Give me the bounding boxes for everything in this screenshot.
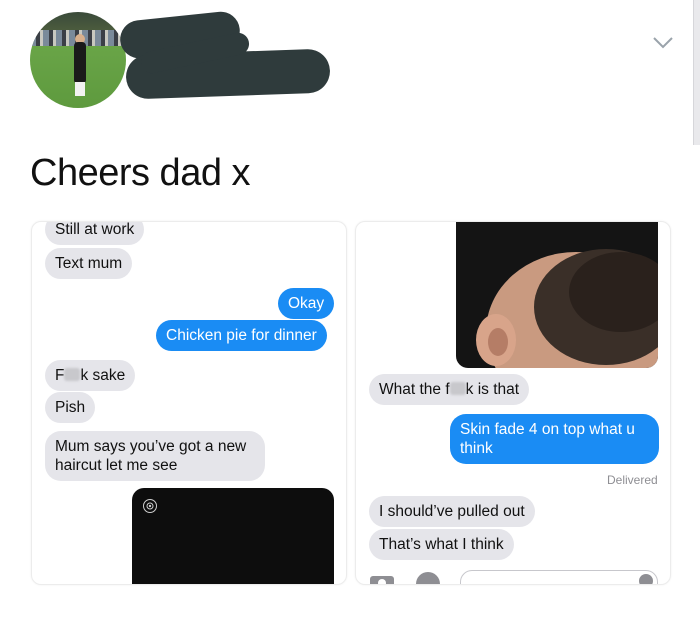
censor-blur	[449, 382, 466, 395]
live-photo-icon	[143, 499, 157, 513]
message-text: What the f	[379, 381, 450, 398]
message-bubble-them: That’s what I think	[369, 529, 514, 560]
censor-blur	[64, 368, 81, 381]
message-bubble-them: I should’ve pulled out	[369, 496, 535, 527]
message-bubble-them: Still at work	[45, 222, 145, 245]
message-text: k is that	[465, 381, 520, 398]
haircut-photo[interactable]	[456, 222, 658, 368]
send-icon[interactable]	[639, 574, 653, 584]
message-bubble-me: Skin fade 4 on top what u think	[450, 414, 659, 464]
message-bubble-them: Mum says you’ve got a new haircut let me…	[45, 431, 265, 481]
avatar-legs	[75, 82, 85, 96]
message-bubble-them: Pish	[45, 392, 96, 423]
app-store-icon[interactable]	[414, 570, 442, 585]
left-chat-screenshot: Still at work Text mum Okay Chicken pie …	[31, 221, 347, 585]
haircut-photo-image	[476, 249, 658, 368]
message-bubble-me: Chicken pie for dinner	[156, 320, 327, 351]
camera-icon[interactable]	[368, 572, 396, 585]
delivered-status: Delivered	[607, 473, 658, 487]
message-bubble-them: What the f k is that	[369, 374, 530, 405]
chevron-down-icon[interactable]	[652, 36, 674, 50]
avatar[interactable]	[30, 12, 126, 108]
message-bubble-them: Text mum	[45, 248, 133, 279]
message-bubble-them: Fk sake	[45, 360, 136, 391]
message-text: F	[55, 367, 65, 384]
message-input[interactable]	[460, 570, 658, 584]
message-bubble-me: Okay	[278, 288, 335, 319]
post-caption: Cheers dad x	[30, 152, 251, 194]
avatar-player	[74, 42, 86, 84]
right-chat-screenshot: What the f k is that Skin fade 4 on top w…	[355, 221, 671, 585]
scrollbar[interactable]	[693, 0, 700, 145]
photo-attachment[interactable]	[132, 488, 334, 584]
message-text: k sake	[80, 367, 126, 384]
